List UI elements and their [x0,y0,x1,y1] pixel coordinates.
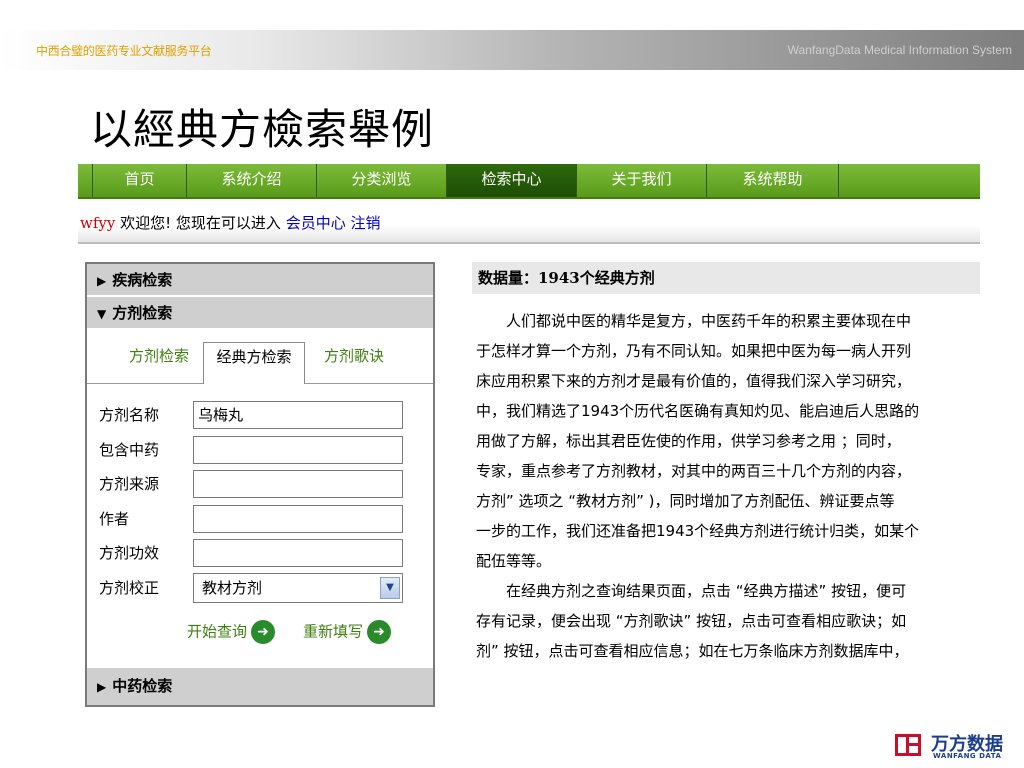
top-banner: 中西合璧的医药专业文献服务平台 WanfangData Medical Info… [0,30,1024,70]
username: wfyy [80,214,116,232]
start-search-button[interactable]: 开始查询 ➜ [187,620,276,644]
nav-category-browse[interactable]: 分类浏览 [316,164,446,197]
nav-divider [838,164,839,197]
nav-system-intro[interactable]: 系统介绍 [186,164,316,197]
tab-formula-search[interactable]: 方剂检索 [111,342,207,372]
arrow-right-icon: ➜ [251,620,276,644]
wanfang-logo-icon [895,734,921,756]
text-line: 用做了方解，标出其君臣佐使的作用，供学习参考之用 ；同时， [476,432,901,450]
nav-about-us[interactable]: 关于我们 [576,164,706,197]
text-line: 人们都说中医的精华是复方，中医药千年的积累主要体现在中 [476,312,912,330]
herb-search-label: 中药检索 [112,677,173,695]
text-line: 存有记录，便会出现 “方剂歌诀” 按钮，点击可查看相应歌诀；如 [476,612,907,630]
tab-classic-formula-search[interactable]: 经典方检索 [203,342,305,384]
disease-search-label: 疾病检索 [112,271,173,289]
author-label: 作者 [99,510,130,528]
reset-button[interactable]: 重新填写 ➜ [303,620,392,644]
text-line: 于怎样才算一个方剂，乃有不同认知。如果把中医为每一病人开列 [476,342,912,360]
nav-home[interactable]: 首页 [92,164,186,197]
formula-correction-value: 教材方剂 [202,579,263,597]
description-text: 人们都说中医的精华是复方，中医药千年的积累主要体现在中 于怎样才算一个方剂，乃有… [476,306,980,720]
disease-search-header[interactable]: ▶ 疾病检索 [87,264,433,296]
formula-correction-label: 方剂校正 [99,579,160,597]
reset-label: 重新填写 [303,622,364,641]
welcome-message: 您现在可以进入 [175,214,281,232]
formula-name-label: 方剂名称 [99,406,160,424]
text-line: 在经典方剂之查询结果页面，点击 “经典方描述” 按钮，便可 [476,582,907,600]
formula-search-label: 方剂检索 [112,304,173,322]
text-line: 床应用积累下来的方剂才是最有价值的，值得我们深入学习研究， [476,372,912,390]
formula-correction-select[interactable]: 教材方剂 ▼ [193,573,403,603]
herb-search-header[interactable]: ▶ 中药检索 [87,668,433,705]
herb-included-label: 包含中药 [99,441,160,459]
text-line: 一步的工作，我们还准备把1943个经典方剂进行统计归类，如某个 [476,522,920,540]
text-line: 剂” 按钮，点击可查看相应信息；如在七万条临床方剂数据库中， [476,642,909,660]
main-nav: 首页 系统介绍 分类浏览 检索中心 关于我们 系统帮助 [78,164,980,199]
slide-title: 以經典方檢索舉例 [90,105,435,154]
formula-efficacy-label: 方剂功效 [99,544,160,562]
triangle-down-icon: ▼ [97,307,107,321]
chevron-down-icon[interactable]: ▼ [380,577,400,599]
formula-tabs: 方剂检索 经典方检索 方剂歌诀 [87,330,433,384]
formula-efficacy-input[interactable] [193,539,403,567]
herb-included-input[interactable] [193,436,403,464]
formula-source-label: 方剂来源 [99,475,160,493]
triangle-right-icon: ▶ [97,274,107,288]
logout-link[interactable]: 注销 [351,214,381,232]
welcome-bar: wfyy 欢迎您! 您现在可以进入 会员中心 注销 [78,200,980,244]
search-panel: ▶ 疾病检索 ▼ 方剂检索 方剂检索 经典方检索 方剂歌诀 方剂名称 乌梅丸 包含中… [85,262,435,707]
nav-system-help[interactable]: 系统帮助 [706,164,838,197]
start-search-label: 开始查询 [187,622,248,641]
text-line: 方剂” 选项之 “教材方剂” )，同时增加了方剂配伍、辨证要点等 [476,492,895,510]
formula-search-header[interactable]: ▼ 方剂检索 [87,297,433,329]
tab-formula-rhyme[interactable]: 方剂歌诀 [311,342,397,372]
wanfang-logo: 万方数据 WANFANG DATA [895,730,1020,762]
banner-system-name: WanfangData Medical Information System [787,43,1012,57]
data-count-header: 数据量：1943个经典方剂 [472,262,980,294]
banner-slogan: 中西合璧的医药专业文献服务平台 [36,44,212,58]
formula-source-input[interactable] [193,470,403,498]
welcome-greeting: 欢迎您! [115,214,176,232]
author-input[interactable] [193,505,403,533]
formula-name-input[interactable]: 乌梅丸 [193,401,403,429]
member-center-link[interactable]: 会员中心 [286,214,346,232]
arrow-right-icon: ➜ [367,620,392,644]
nav-search-center[interactable]: 检索中心 [446,164,576,197]
text-line: 中，我们精选了1943个历代名医确有真知灼见、能启迪后人思路的 [476,402,920,420]
text-line: 配伍等等。 [476,552,552,570]
text-line: 专家，重点参考了方剂教材，对其中的两百三十几个方剂的内容， [476,462,912,480]
logo-english-name: WANFANG DATA [933,752,1002,760]
triangle-right-icon: ▶ [97,680,107,694]
